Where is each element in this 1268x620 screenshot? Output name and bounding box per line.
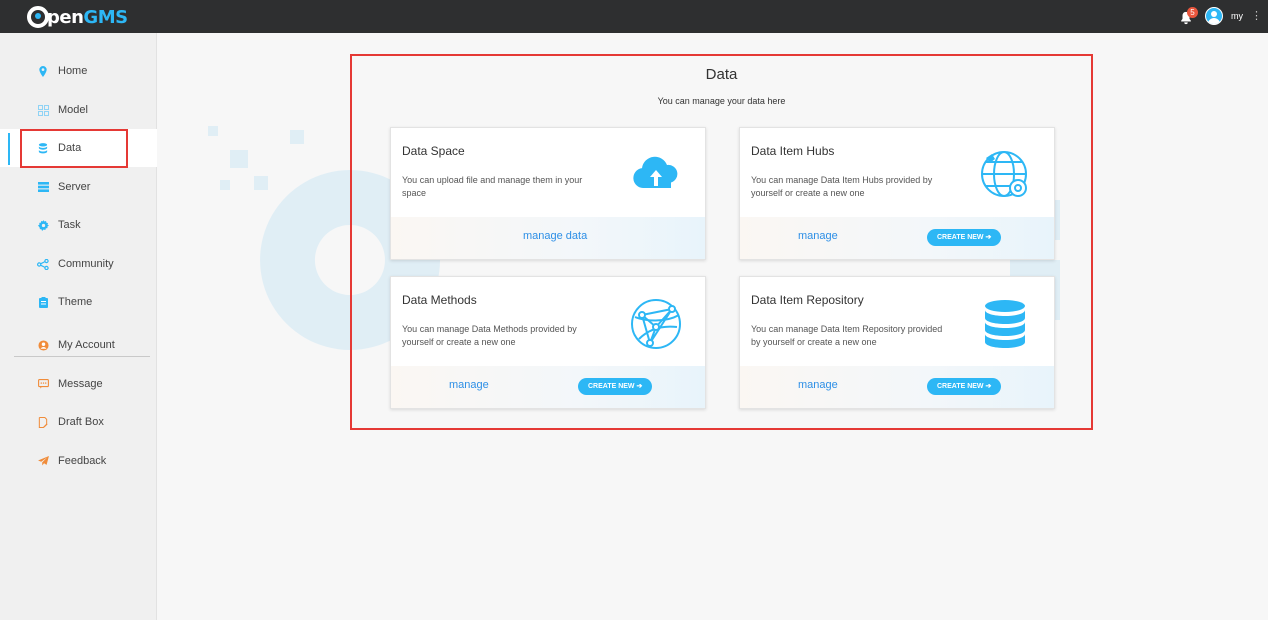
top-right-controls: 5 my ⋮: [1179, 5, 1262, 27]
grid-icon: [37, 104, 49, 116]
create-new-button[interactable]: CREATE NEW ➔: [578, 378, 653, 395]
sidebar-item-feedback[interactable]: Feedback: [0, 442, 157, 480]
create-new-button[interactable]: CREATE NEW ➔: [927, 229, 1002, 246]
manage-link[interactable]: manage: [449, 379, 489, 391]
create-new-button[interactable]: CREATE NEW ➔: [927, 378, 1002, 395]
card-data-item-repository: Data Item Repository You can manage Data…: [739, 276, 1055, 409]
sidebar-item-label: Message: [58, 378, 103, 390]
sidebar-item-label: Home: [58, 65, 88, 77]
globe-gear-icon: [981, 151, 1027, 197]
card-footer: manage CREATE NEW ➔: [391, 366, 705, 408]
card-title: Data Space: [402, 144, 465, 158]
notification-bell[interactable]: 5: [1179, 7, 1198, 25]
card-description: You can manage Data Item Hubs provided b…: [751, 175, 933, 198]
logo-text-pen: pen: [47, 6, 84, 28]
database-icon: [37, 142, 49, 154]
share-icon: [37, 258, 49, 270]
sidebar-item-label: Server: [58, 181, 91, 193]
sidebar: Home Model Data Server Task Community Th…: [0, 33, 157, 620]
sidebar-item-label: Data: [58, 142, 82, 154]
sidebar-item-community[interactable]: Community: [0, 245, 157, 283]
logo-o-mark: [27, 6, 49, 28]
card-title: Data Item Hubs: [751, 144, 835, 158]
card-data-item-hubs: Data Item Hubs You can manage Data Item …: [739, 127, 1055, 260]
network-sphere-icon: [631, 299, 681, 349]
top-bar: penGMS 5 my ⋮: [0, 0, 1268, 33]
database-stack-icon: [985, 300, 1025, 348]
draft-icon: [37, 416, 49, 428]
card-footer: manage CREATE NEW ➔: [740, 366, 1054, 408]
card-title: Data Methods: [402, 293, 477, 307]
card-data-space: Data Space You can upload file and manag…: [390, 127, 706, 260]
card-footer: manage data: [391, 217, 705, 259]
more-menu-icon[interactable]: ⋮: [1251, 10, 1262, 22]
manage-link[interactable]: manage: [798, 230, 838, 242]
sidebar-item-label: Feedback: [58, 455, 107, 467]
notification-badge: 5: [1187, 7, 1198, 18]
clipboard-icon: [37, 296, 49, 308]
server-icon: [37, 181, 49, 193]
sidebar-item-theme[interactable]: Theme: [0, 283, 157, 321]
sidebar-item-label: My Account: [58, 339, 115, 351]
data-panel: Data You can manage your data here Data …: [350, 54, 1093, 430]
location-pin-icon: [37, 65, 49, 77]
cloud-upload-icon: [633, 156, 678, 188]
card-description: You can manage Data Methods provided by …: [402, 324, 577, 347]
sidebar-item-message[interactable]: Message: [0, 365, 157, 403]
user-circle-icon: [37, 339, 49, 351]
username[interactable]: my: [1231, 11, 1243, 21]
card-title: Data Item Repository: [751, 293, 864, 307]
card-description: You can upload file and manage them in y…: [402, 175, 583, 198]
paper-plane-icon: [37, 455, 49, 467]
opengms-logo[interactable]: penGMS: [27, 3, 128, 31]
manage-data-link[interactable]: manage data: [523, 230, 587, 242]
sidebar-item-label: Task: [58, 219, 81, 231]
sidebar-item-model[interactable]: Model: [0, 91, 157, 129]
gear-icon: [37, 219, 49, 231]
sidebar-item-label: Model: [58, 104, 88, 116]
card-footer: manage CREATE NEW ➔: [740, 217, 1054, 259]
user-avatar[interactable]: [1205, 7, 1223, 25]
sidebar-item-task[interactable]: Task: [0, 206, 157, 244]
sidebar-item-server[interactable]: Server: [0, 168, 157, 206]
message-icon: [37, 378, 49, 390]
manage-link[interactable]: manage: [798, 379, 838, 391]
sidebar-item-my-account[interactable]: My Account: [0, 326, 157, 364]
sidebar-item-label: Draft Box: [58, 416, 104, 428]
logo-text-gms: GMS: [83, 6, 128, 28]
sidebar-item-data[interactable]: Data: [0, 129, 157, 167]
sidebar-item-draft-box[interactable]: Draft Box: [0, 403, 157, 441]
card-data-methods: Data Methods You can manage Data Methods…: [390, 276, 706, 409]
card-description: You can manage Data Item Repository prov…: [751, 324, 943, 347]
sidebar-item-label: Theme: [58, 296, 93, 308]
page-title: Data: [705, 66, 738, 83]
sidebar-item-label: Community: [58, 258, 114, 270]
sidebar-item-home[interactable]: Home: [0, 52, 157, 90]
page-subtitle: You can manage your data here: [657, 96, 786, 106]
